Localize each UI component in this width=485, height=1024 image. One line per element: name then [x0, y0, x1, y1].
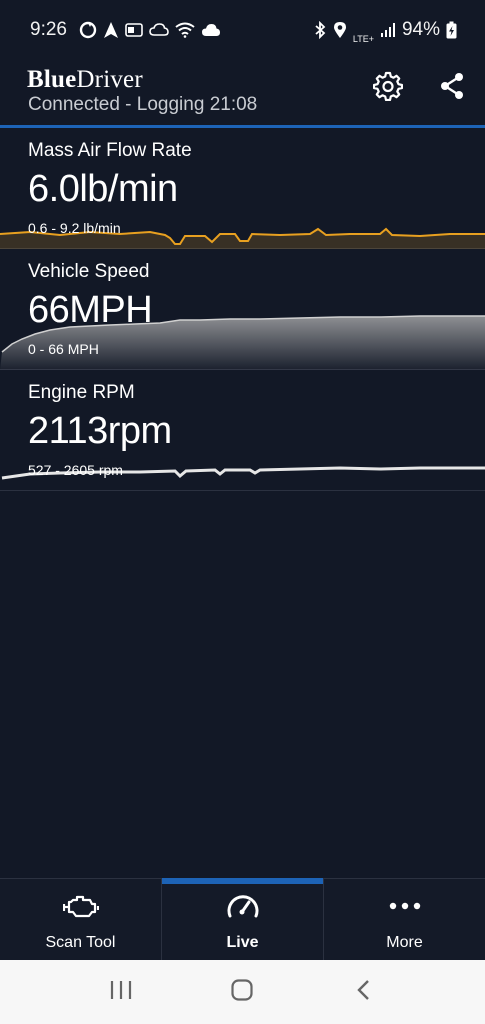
tab-label: More: [386, 934, 423, 951]
gauge-card-vehicle-speed[interactable]: Vehicle Speed 66MPH 0 - 66 MPH: [0, 249, 485, 370]
speedometer-icon: [226, 893, 260, 924]
navigation-icon: [103, 21, 119, 39]
brand-regular: Driver: [76, 66, 143, 93]
gauge-value: 2113rpm: [28, 410, 172, 452]
settings-button[interactable]: [372, 71, 404, 106]
tab-label: Scan Tool: [45, 934, 116, 951]
tab-label: Live: [226, 934, 259, 951]
share-icon: [438, 72, 466, 105]
system-navigation-bar: [0, 960, 485, 1024]
gear-icon: [372, 71, 404, 106]
engine-icon: [62, 893, 99, 924]
gauge-range: 0.6 - 9.2 lb/min: [28, 220, 121, 236]
more-dots-icon: [387, 893, 423, 924]
tab-scan-tool[interactable]: Scan Tool: [0, 879, 161, 960]
cloud-outline-icon: [149, 23, 169, 37]
outlook-icon: [125, 22, 143, 38]
battery-charging-icon: [446, 21, 457, 39]
gauge-range: 0 - 66 MPH: [28, 341, 99, 357]
brand-bold: Blue: [27, 66, 77, 93]
connection-status: Connected - Logging 21:08: [28, 94, 258, 115]
app-bar: BlueDriver Connected - Logging 21:08: [0, 60, 485, 126]
bluetooth-icon: [313, 21, 327, 39]
battery-percent: 94%: [401, 19, 440, 40]
tab-more[interactable]: More: [323, 879, 485, 960]
signal-icon: [380, 22, 396, 38]
gauge-value: 66MPH: [28, 289, 153, 331]
share-button[interactable]: [436, 72, 468, 104]
status-time: 9:26: [30, 19, 67, 40]
gauge-range: 527 - 2605 rpm: [28, 462, 123, 478]
gauge-value: 6.0lb/min: [28, 168, 178, 210]
tab-live[interactable]: Live: [161, 878, 323, 960]
gauge-card-mass-air-flow[interactable]: Mass Air Flow Rate 6.0lb/min 0.6 - 9.2 l…: [0, 128, 485, 249]
back-button[interactable]: [352, 978, 376, 1007]
bottom-navigation: Scan Tool Live More: [0, 878, 485, 960]
wifi-icon: [175, 22, 195, 38]
status-bar: 9:26 LTE+ 94%: [0, 0, 485, 60]
home-button[interactable]: [230, 978, 254, 1007]
recent-apps-button[interactable]: [109, 979, 133, 1006]
cloud-icon: [201, 23, 221, 37]
location-icon: [333, 21, 347, 39]
network-type: LTE+: [352, 33, 374, 44]
app-logo: BlueDriver: [27, 66, 143, 94]
gauge-card-engine-rpm[interactable]: Engine RPM 2113rpm 527 - 2605 rpm: [0, 370, 485, 491]
sync-icon: [79, 21, 97, 39]
